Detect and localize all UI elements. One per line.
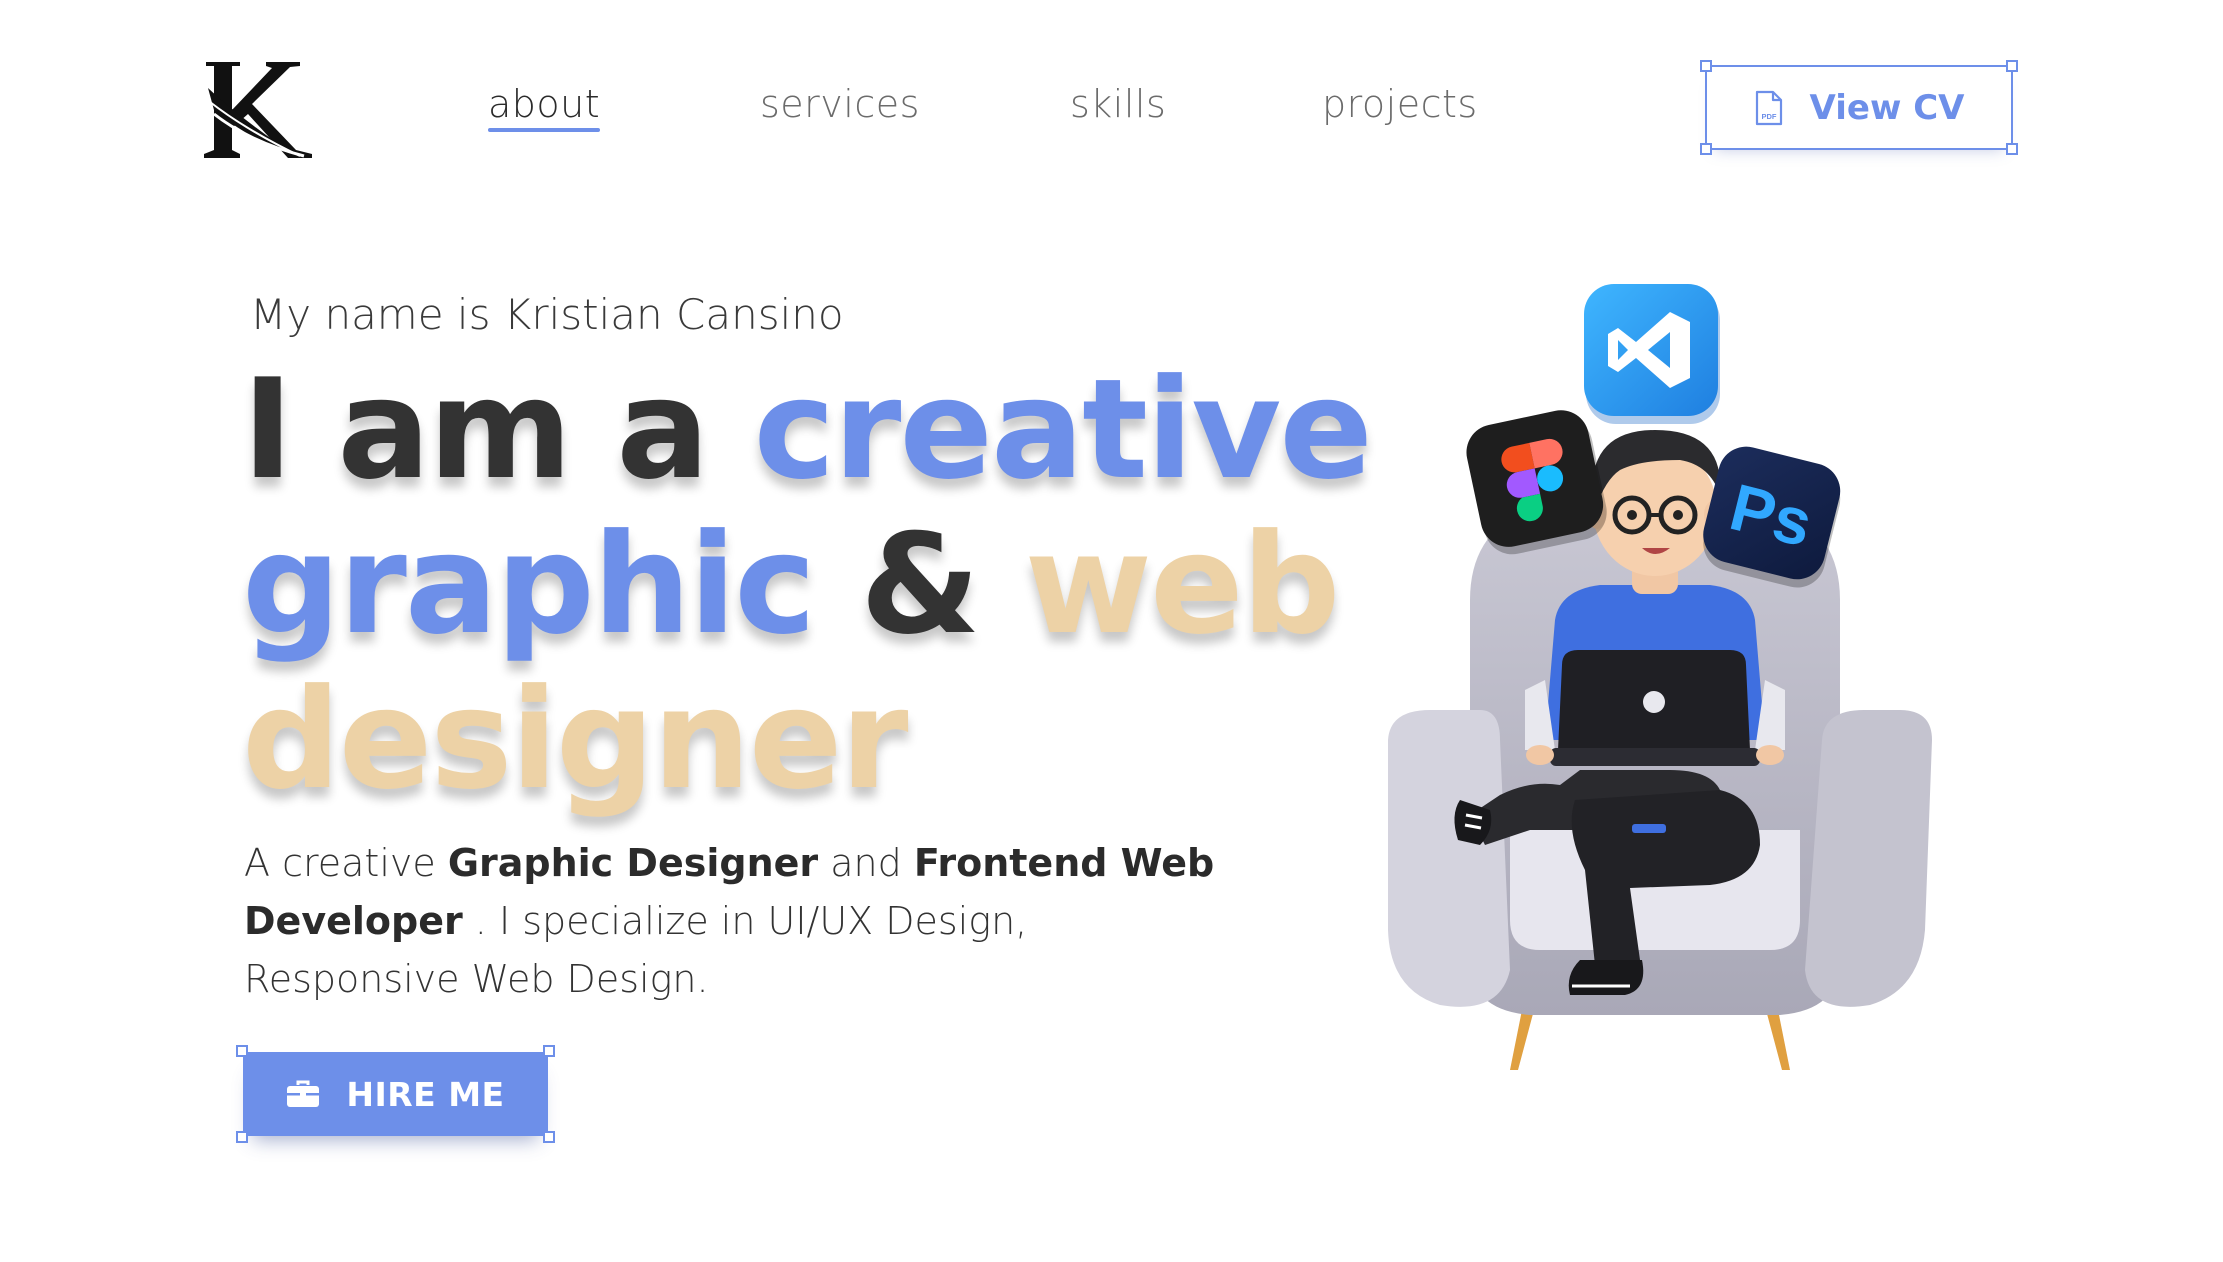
hero-headline: I am a creative graphic & web designer <box>242 349 1373 817</box>
selection-handle <box>2006 60 2018 72</box>
nav-active-underline <box>488 128 601 132</box>
photoshop-icon: Ps <box>1703 446 1841 588</box>
nav-projects[interactable]: projects <box>1322 82 1478 126</box>
headline-word-designer: designer <box>242 659 908 820</box>
headline-line-3: designer <box>242 662 1292 817</box>
hire-me-label: HIRE ME <box>346 1074 505 1114</box>
headline-line-1: I am a creative <box>242 349 1373 510</box>
nav-services-label: services <box>760 82 920 126</box>
view-cv-button[interactable]: PDF View CV <box>1700 60 2018 155</box>
desc-bold-graphic-designer: Graphic Designer <box>447 841 819 885</box>
hero-description: A creative Graphic Designer and Frontend… <box>244 834 1244 1008</box>
nav-skills-label: skills <box>1070 82 1167 126</box>
intro-text: My name is Kristian Cansino <box>250 290 844 339</box>
figma-icon <box>1466 410 1607 555</box>
headline-line-2: graphic & web <box>242 504 1340 665</box>
headline-word-graphic: graphic <box>242 504 816 665</box>
nav-skills[interactable]: skills <box>1070 82 1166 126</box>
selection-handle <box>236 1045 248 1057</box>
selection-handle <box>2006 143 2018 155</box>
selection-handle <box>543 1045 555 1057</box>
selection-handle <box>543 1131 555 1143</box>
selection-handle <box>236 1131 248 1143</box>
headline-word-ampersand: & <box>860 504 980 665</box>
nav-services[interactable]: services <box>760 82 920 126</box>
nav-projects-label: projects <box>1322 82 1478 126</box>
nav-about-label: about <box>488 82 601 126</box>
headline-word-creative: creative <box>753 349 1373 510</box>
k-feather-logo[interactable] <box>200 58 316 158</box>
briefcase-icon <box>287 1080 320 1107</box>
headline-word-web: web <box>1024 504 1341 665</box>
pdf-file-icon: PDF <box>1755 90 1782 125</box>
headline-word-i-am-a: I am a <box>242 349 709 510</box>
nav-about[interactable]: about <box>488 82 601 132</box>
view-cv-label: View CV <box>1809 87 1965 128</box>
selection-handle <box>1700 60 1712 72</box>
selection-handle <box>1700 143 1712 155</box>
svg-text:PDF: PDF <box>1761 112 1776 121</box>
desc-text-1: A creative <box>244 841 448 885</box>
hero-illustration: Ps <box>1380 270 1940 1090</box>
hire-me-button[interactable]: HIRE ME <box>236 1045 555 1143</box>
desc-text-2: and <box>818 841 914 885</box>
